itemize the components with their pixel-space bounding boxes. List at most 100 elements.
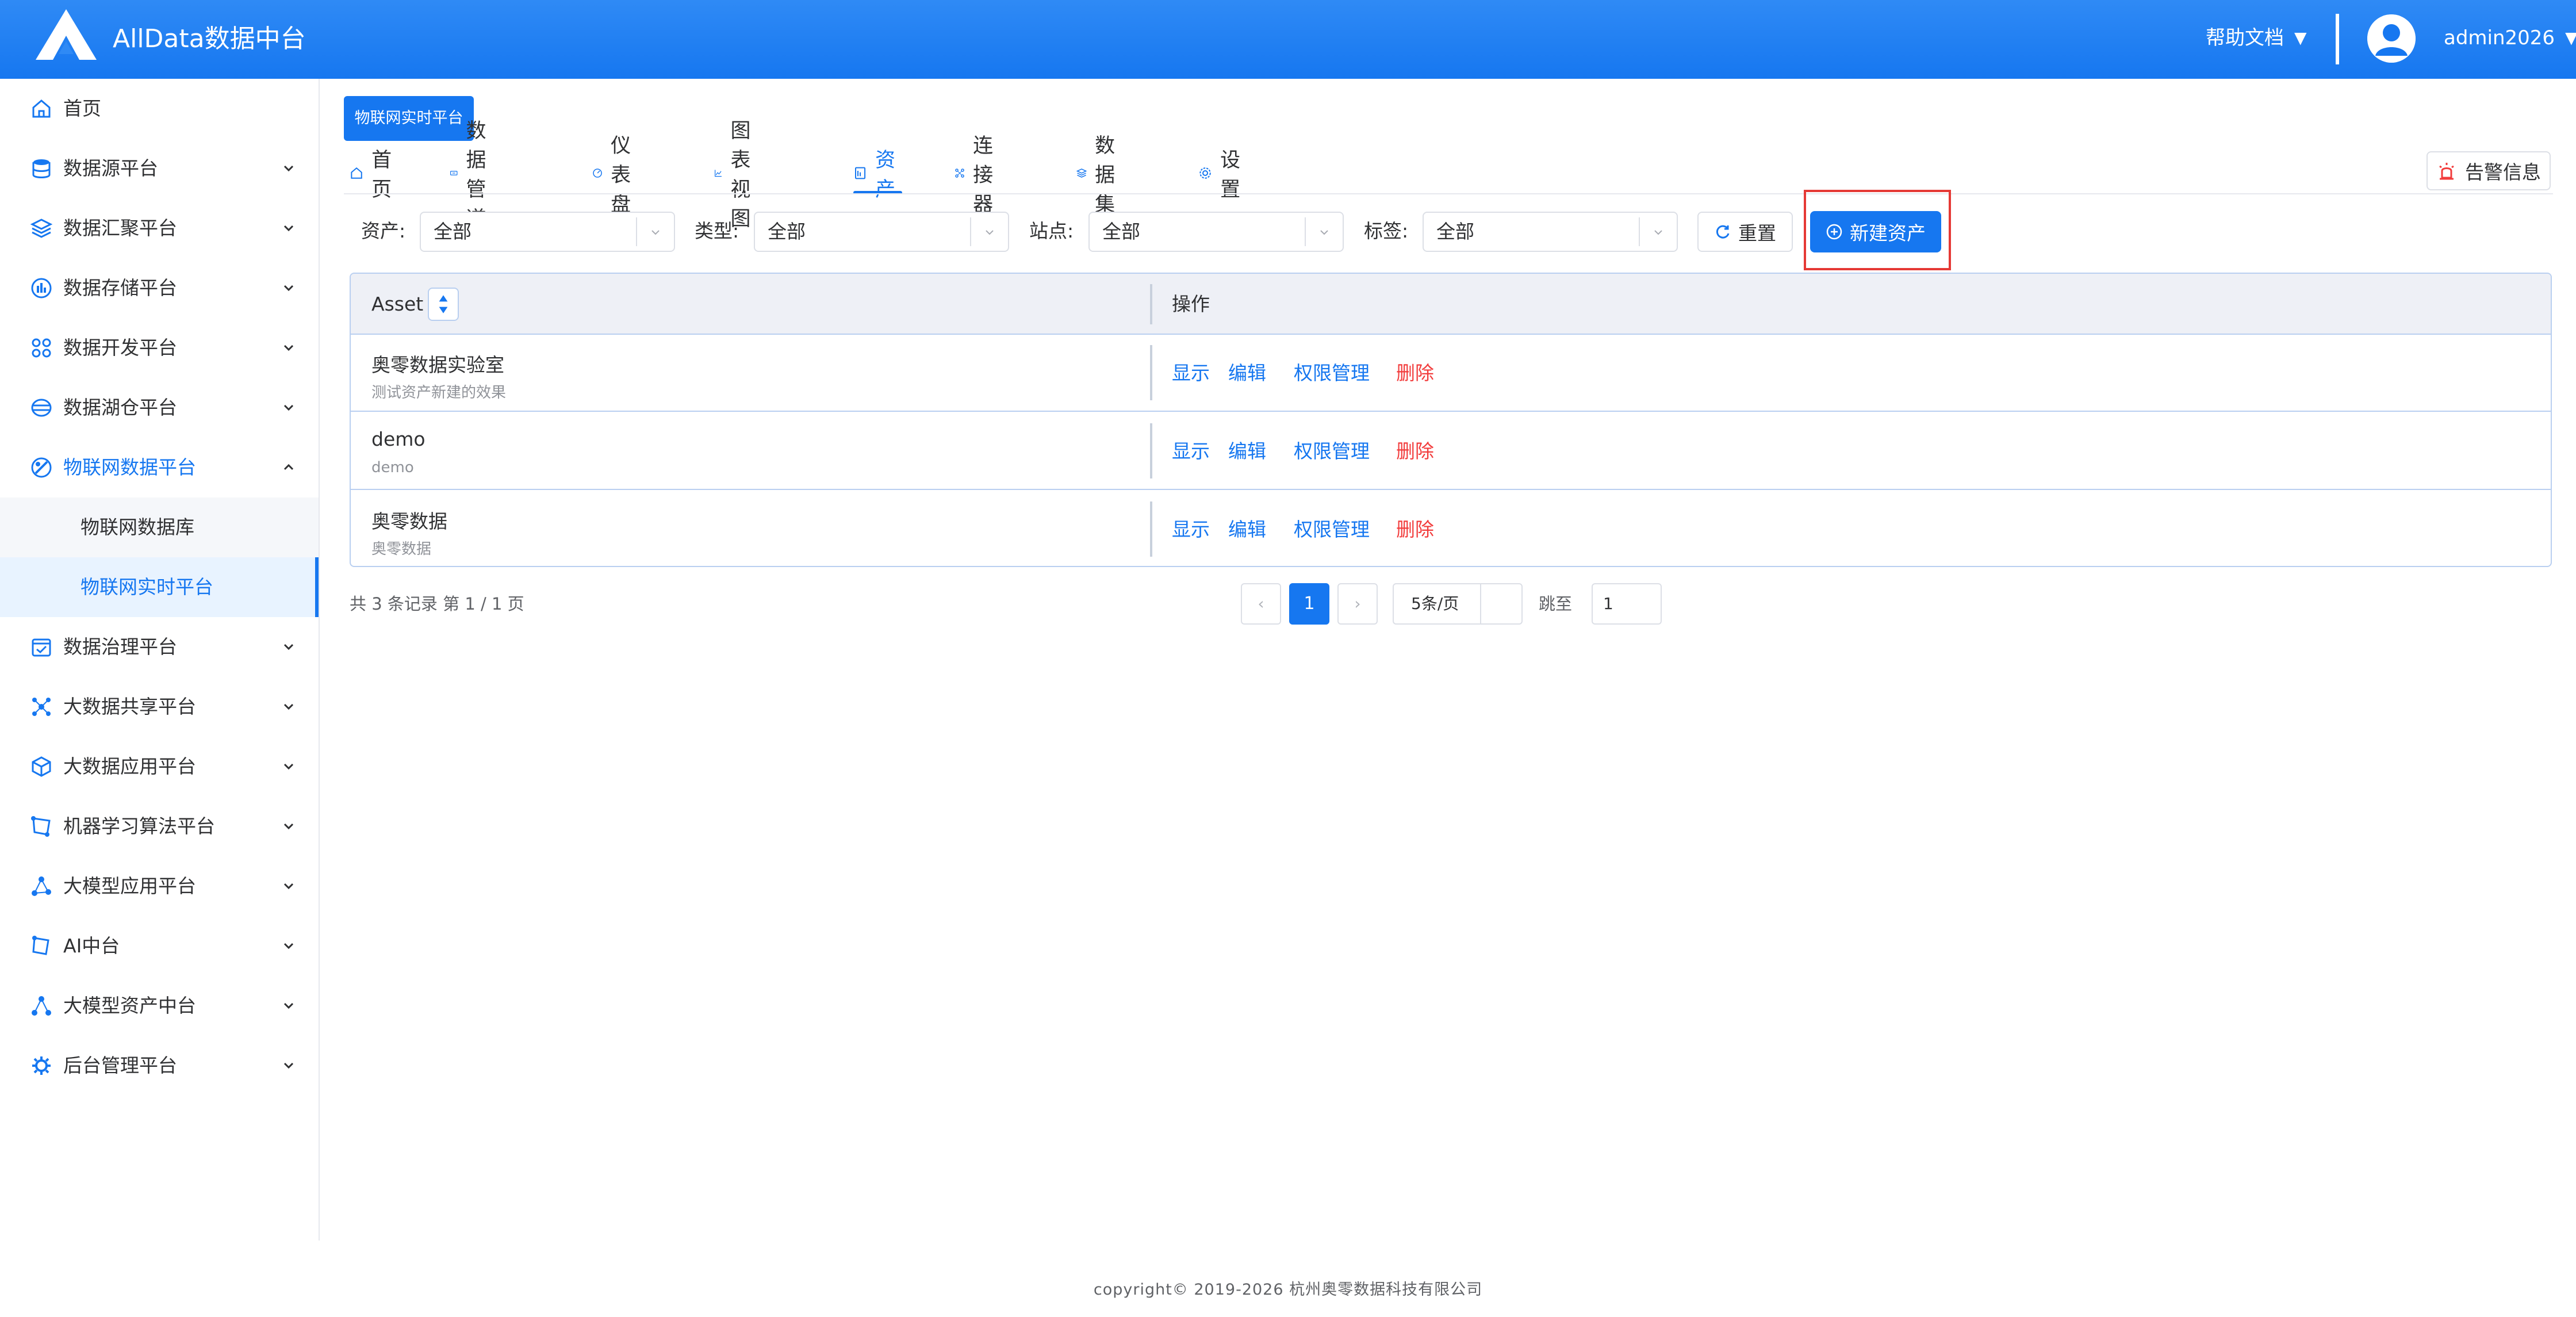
reset-button[interactable]: 重置 bbox=[1697, 212, 1793, 252]
sidebar-item-label: 数据湖仓平台 bbox=[63, 396, 177, 419]
edit-link[interactable]: 编辑 bbox=[1228, 335, 1266, 412]
delete-link[interactable]: 删除 bbox=[1396, 335, 1434, 412]
sidebar-item-application[interactable]: 大数据应用平台 bbox=[0, 737, 319, 797]
sidebar-item-home[interactable]: 首页 bbox=[0, 79, 319, 139]
column-header-asset: Asset bbox=[371, 293, 424, 315]
asset-icon bbox=[32, 996, 51, 1016]
sidebar-item-label: AI中台 bbox=[63, 935, 120, 957]
sidebar-item-governance[interactable]: 数据治理平台 bbox=[0, 617, 319, 677]
filter-type-select[interactable]: 全部 bbox=[754, 212, 1009, 252]
column-divider bbox=[1150, 501, 1152, 557]
avatar[interactable] bbox=[2367, 14, 2416, 63]
page-size-select[interactable]: 5条/页 bbox=[1393, 583, 1523, 625]
tab-pipeline[interactable]: 数据管道 bbox=[450, 120, 499, 231]
jump-page-input[interactable]: 1 bbox=[1592, 583, 1662, 625]
select-divider bbox=[636, 217, 637, 246]
next-page-button[interactable]: › bbox=[1337, 583, 1378, 625]
delete-link[interactable]: 删除 bbox=[1396, 491, 1434, 566]
sidebar-subitem-iot-realtime[interactable]: 物联网实时平台 bbox=[0, 557, 319, 617]
sidebar-item-label: 大数据应用平台 bbox=[63, 755, 196, 778]
logo-icon[interactable] bbox=[34, 8, 98, 61]
tab-label: 仪表盘 bbox=[611, 134, 631, 216]
permission-link[interactable]: 权限管理 bbox=[1294, 335, 1370, 412]
tab-label: 数据集 bbox=[1095, 134, 1116, 216]
edit-link[interactable]: 编辑 bbox=[1228, 491, 1266, 566]
sidebar-item-label: 数据源平台 bbox=[63, 157, 158, 179]
sidebar-item-label: 大模型资产中台 bbox=[63, 994, 196, 1017]
edit-link[interactable]: 编辑 bbox=[1228, 413, 1266, 490]
sidebar-item-llm-assets[interactable]: 大模型资产中台 bbox=[0, 976, 319, 1036]
alert-info-button[interactable]: 告警信息 bbox=[2426, 151, 2551, 190]
tab-label: 连接器 bbox=[973, 134, 994, 216]
show-link[interactable]: 显示 bbox=[1172, 413, 1210, 490]
filter-type-value: 全部 bbox=[768, 220, 806, 243]
tab-settings[interactable]: 设置 bbox=[1198, 149, 1247, 201]
tab-assets[interactable]: 资产 bbox=[853, 149, 903, 201]
new-asset-button[interactable]: 新建资产 bbox=[1810, 211, 1941, 252]
sidebar-item-aggregation[interactable]: 数据汇聚平台 bbox=[0, 198, 319, 258]
sidebar-item-datasource[interactable]: 数据源平台 bbox=[0, 139, 319, 198]
table-row: 奥零数据 奥零数据 显示 编辑 权限管理 删除 bbox=[351, 491, 2551, 566]
user-menu[interactable]: admin2026 ▼ bbox=[2444, 23, 2576, 53]
sidebar-item-ml[interactable]: 机器学习算法平台 bbox=[0, 797, 319, 856]
top-header: AllData数据中台 帮助文档 ▼ admin2026 ▼ bbox=[0, 0, 2576, 79]
sidebar-item-iot[interactable]: 物联网数据平台 bbox=[0, 438, 319, 497]
permission-link[interactable]: 权限管理 bbox=[1294, 413, 1370, 490]
delete-link[interactable]: 删除 bbox=[1396, 413, 1434, 490]
ai-icon bbox=[32, 936, 49, 955]
sidebar-item-ai[interactable]: AI中台 bbox=[0, 916, 319, 976]
chevron-down-icon bbox=[283, 404, 294, 411]
home-icon bbox=[351, 167, 362, 179]
tab-chart-view[interactable]: 图表视图 bbox=[714, 120, 763, 231]
iot-icon bbox=[31, 457, 52, 478]
sidebar-item-storage[interactable]: 数据存储平台 bbox=[0, 258, 319, 318]
asset-description: 奥零数据 bbox=[371, 541, 432, 558]
chevron-down-icon bbox=[283, 943, 294, 950]
chevron-down-icon bbox=[283, 883, 294, 890]
filter-asset-select[interactable]: 全部 bbox=[420, 212, 675, 252]
asset-name: demo bbox=[371, 428, 425, 450]
chevron-down-icon bbox=[283, 344, 294, 351]
pipeline-icon bbox=[450, 171, 458, 175]
header-divider bbox=[2336, 14, 2339, 64]
show-link[interactable]: 显示 bbox=[1172, 335, 1210, 412]
chart-icon bbox=[715, 170, 722, 177]
tab-bar-divider bbox=[344, 193, 2553, 194]
sidebar-item-admin[interactable]: 后台管理平台 bbox=[0, 1036, 319, 1096]
sidebar-subitem-label: 物联网实时平台 bbox=[80, 576, 213, 598]
chevron-down-icon bbox=[283, 703, 294, 710]
asset-name: 奥零数据 bbox=[371, 510, 447, 533]
sidebar-item-lakehouse[interactable]: 数据湖仓平台 bbox=[0, 378, 319, 438]
tab-home[interactable]: 首页 bbox=[350, 149, 398, 201]
footer-copyright: copyright© 2019-2026 杭州奥零数据科技有限公司 bbox=[1093, 1281, 1483, 1299]
sort-icon bbox=[439, 295, 448, 313]
help-docs-menu[interactable]: 帮助文档 ▼ bbox=[2206, 23, 2307, 53]
column-divider bbox=[1150, 423, 1152, 478]
sidebar-item-development[interactable]: 数据开发平台 bbox=[0, 318, 319, 378]
prev-page-button[interactable]: ‹ bbox=[1241, 583, 1281, 625]
sort-button[interactable] bbox=[428, 288, 459, 321]
tag-chip-iot-realtime[interactable]: 物联网实时平台 bbox=[344, 96, 474, 141]
permission-link[interactable]: 权限管理 bbox=[1294, 491, 1370, 566]
sidebar-subitem-iot-database[interactable]: 物联网数据库 bbox=[0, 497, 319, 557]
chevron-down-icon bbox=[1320, 230, 1328, 235]
filter-site-select[interactable]: 全部 bbox=[1088, 212, 1344, 252]
tab-connectors[interactable]: 连接器 bbox=[954, 135, 1003, 216]
select-divider bbox=[1305, 217, 1306, 246]
sidebar-item-share[interactable]: 大数据共享平台 bbox=[0, 677, 319, 737]
sidebar-item-label: 数据存储平台 bbox=[63, 277, 177, 299]
tab-datasets[interactable]: 数据集 bbox=[1076, 135, 1125, 216]
storage-icon bbox=[31, 278, 52, 298]
tab-dashboard[interactable]: 仪表盘 bbox=[592, 135, 641, 216]
filter-site-label: 站点: bbox=[1029, 220, 1074, 242]
sidebar-item-llm-app[interactable]: 大模型应用平台 bbox=[0, 856, 319, 916]
gauge-icon bbox=[593, 169, 602, 178]
filter-tag-select[interactable]: 全部 bbox=[1423, 212, 1678, 252]
page-number-button[interactable]: 1 bbox=[1289, 583, 1329, 625]
asset-description: demo bbox=[371, 459, 414, 476]
chevron-down-icon bbox=[283, 165, 294, 172]
filter-tag-label: 标签: bbox=[1364, 220, 1409, 242]
app-title[interactable]: AllData数据中台 bbox=[113, 22, 306, 56]
chevron-up-icon bbox=[283, 464, 294, 470]
show-link[interactable]: 显示 bbox=[1172, 491, 1210, 566]
